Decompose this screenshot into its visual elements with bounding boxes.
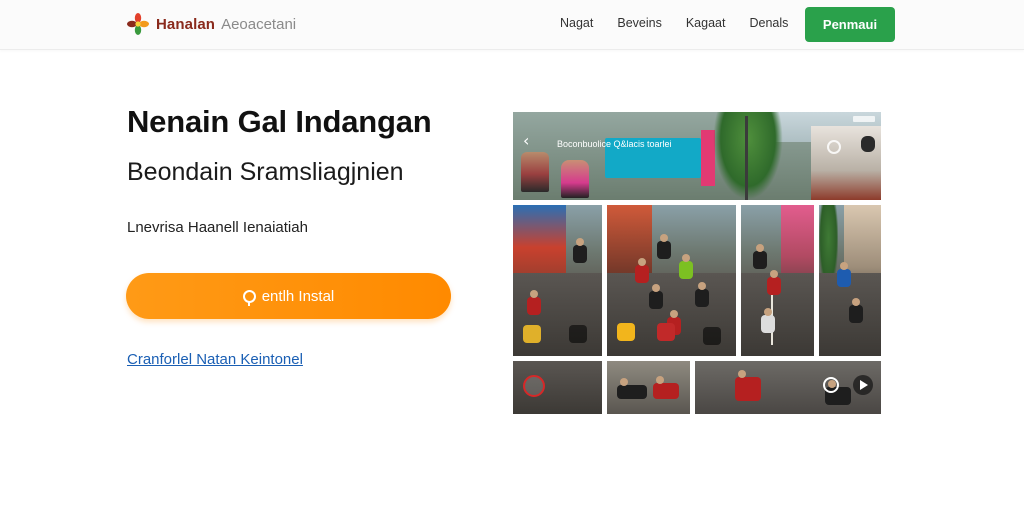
brand-name: Hanalan bbox=[156, 15, 216, 33]
nav-link-1[interactable]: Nagat bbox=[560, 16, 593, 30]
app-screenshot-collage: ‹ Boconbuolice Q&lacis toarlei bbox=[513, 112, 881, 414]
camera-icon[interactable] bbox=[827, 140, 841, 154]
screenshot-tile-5[interactable] bbox=[513, 361, 602, 414]
scooter bbox=[657, 234, 671, 259]
scooter bbox=[695, 282, 709, 307]
person-photo bbox=[521, 152, 549, 192]
scooter bbox=[753, 244, 767, 269]
chevron-left-icon[interactable]: ‹ bbox=[523, 133, 537, 149]
scooter bbox=[735, 370, 761, 401]
scooter bbox=[767, 270, 781, 295]
install-button-label: entlh Instal bbox=[261, 287, 335, 305]
sticker-icon[interactable] bbox=[523, 325, 541, 343]
screenshot-tile-1[interactable] bbox=[513, 205, 602, 356]
hero-subtitle: Beondain Sramsliagjnien bbox=[127, 158, 404, 186]
nav-link-2[interactable]: Beveins bbox=[617, 16, 661, 30]
no-entry-icon[interactable] bbox=[523, 375, 545, 397]
flower-logo-icon bbox=[127, 13, 149, 35]
brand[interactable]: Hanalan Aeoacetani bbox=[126, 11, 296, 37]
palm-tree bbox=[713, 112, 783, 200]
hero-title: Nenain Gal Indangan bbox=[127, 104, 432, 139]
sticker-icon[interactable] bbox=[657, 323, 675, 341]
screenshot-tile-7[interactable] bbox=[695, 361, 881, 414]
scooter bbox=[837, 262, 851, 287]
scooter bbox=[573, 238, 587, 263]
hero-secondary-link[interactable]: Cranforlel Natan Keintonel bbox=[127, 351, 303, 368]
scooter bbox=[527, 290, 541, 315]
scooter bbox=[761, 308, 775, 333]
nav-link-3[interactable]: Kagaat bbox=[686, 16, 726, 30]
scooter bbox=[653, 376, 679, 399]
nav-link-4[interactable]: Denals bbox=[749, 16, 788, 30]
screenshot-banner[interactable]: ‹ Boconbuolice Q&lacis toarlei bbox=[513, 112, 881, 200]
screenshot-tile-4[interactable] bbox=[819, 205, 881, 356]
rider-photo bbox=[561, 160, 589, 198]
hero-description: Lnevrisa Haanell Ienaiatiah bbox=[127, 219, 308, 236]
play-icon[interactable] bbox=[853, 375, 873, 395]
brand-tagline: Aeoacetani bbox=[221, 15, 297, 33]
screenshot-tile-3[interactable] bbox=[741, 205, 814, 356]
sticker-icon[interactable] bbox=[617, 323, 635, 341]
screenshot-tile-2[interactable] bbox=[607, 205, 736, 356]
banner-overlay-text: Boconbuolice Q&lacis toarlei bbox=[557, 139, 672, 149]
scooter bbox=[617, 378, 647, 399]
utility-pole bbox=[745, 116, 748, 200]
scooter bbox=[649, 284, 663, 309]
scooter bbox=[679, 254, 693, 279]
top-navbar: Hanalan Aeoacetani Nagat Beveins Kagaat … bbox=[0, 0, 1024, 50]
status-bar-icon bbox=[853, 116, 875, 122]
toggle-icon[interactable] bbox=[861, 136, 875, 152]
install-button[interactable]: entlh Instal bbox=[126, 273, 451, 319]
scooter bbox=[635, 258, 649, 283]
record-icon[interactable] bbox=[823, 377, 839, 393]
grid-icon[interactable] bbox=[569, 325, 587, 343]
header-cta-button[interactable]: Penmaui bbox=[805, 7, 895, 42]
road bbox=[513, 272, 602, 356]
scooter bbox=[849, 298, 863, 323]
grid-icon[interactable] bbox=[703, 327, 721, 345]
screenshot-tile-6[interactable] bbox=[607, 361, 690, 414]
pin-icon bbox=[242, 289, 256, 306]
main-nav: Nagat Beveins Kagaat Denals bbox=[560, 16, 788, 30]
